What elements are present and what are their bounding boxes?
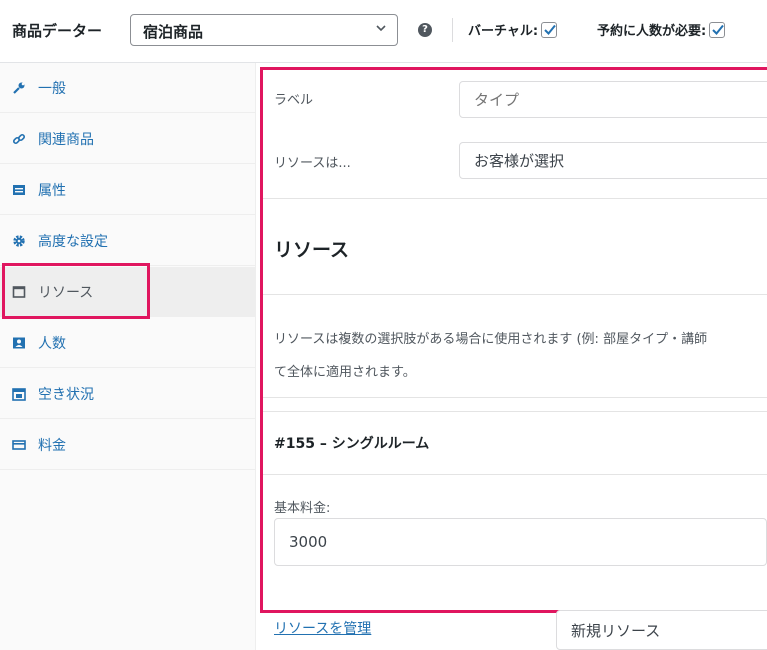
manage-resources-link[interactable]: リソースを管理 — [274, 618, 371, 638]
product-data-header: 商品データー 宿泊商品 ? バーチャル: 予約に人数が必要: — [0, 0, 767, 63]
persons-icon — [13, 337, 25, 348]
tab-general[interactable]: 一般 — [0, 63, 256, 113]
checkmark-icon — [712, 24, 724, 35]
chevron-down-icon — [376, 25, 386, 32]
tab-label: 料金 — [38, 437, 66, 454]
tab-persons[interactable]: 人数 — [0, 318, 256, 368]
product-type-value: 宿泊商品 — [143, 23, 204, 41]
tab-label: 属性 — [38, 182, 66, 199]
product-data-tabs: 一般 関連商品 属性 高度な設定 リソース 人数 空き状況 料金 — [0, 63, 256, 650]
tab-attributes[interactable]: 属性 — [0, 165, 256, 215]
link-icon — [12, 133, 26, 144]
tab-linked-products[interactable]: 関連商品 — [0, 114, 256, 164]
has-persons-option[interactable]: 予約に人数が必要: — [597, 20, 726, 39]
money-icon — [12, 439, 26, 450]
wrench-icon — [13, 82, 25, 94]
highlight-box-resources-tab — [2, 263, 150, 319]
tab-availability[interactable]: 空き状況 — [0, 369, 256, 419]
tab-label: 高度な設定 — [38, 233, 108, 250]
gear-icon — [13, 234, 25, 247]
attributes-icon — [13, 184, 25, 195]
calendar-icon — [12, 387, 26, 401]
header-title: 商品データー — [12, 22, 103, 40]
virtual-option[interactable]: バーチャル: — [468, 20, 558, 39]
virtual-label: バーチャル: — [468, 24, 539, 39]
new-resource-value: 新規リソース — [571, 621, 661, 640]
product-type-select[interactable]: 宿泊商品 — [130, 14, 398, 46]
tab-label: 人数 — [38, 335, 66, 352]
has-persons-checkbox[interactable] — [709, 21, 726, 38]
virtual-checkbox[interactable] — [541, 21, 558, 38]
highlight-box-resources-panel — [260, 67, 767, 613]
tab-advanced[interactable]: 高度な設定 — [0, 216, 256, 266]
new-resource-select[interactable]: 新規リソース — [556, 610, 767, 650]
checkmark-icon — [544, 24, 556, 35]
tab-costs[interactable]: 料金 — [0, 420, 256, 470]
tab-label: 関連商品 — [38, 131, 94, 148]
tab-label: 一般 — [38, 80, 66, 97]
header-divider — [452, 18, 453, 42]
help-icon[interactable]: ? — [418, 23, 432, 37]
tab-label: 空き状況 — [38, 386, 94, 403]
has-persons-label: 予約に人数が必要: — [597, 24, 707, 39]
